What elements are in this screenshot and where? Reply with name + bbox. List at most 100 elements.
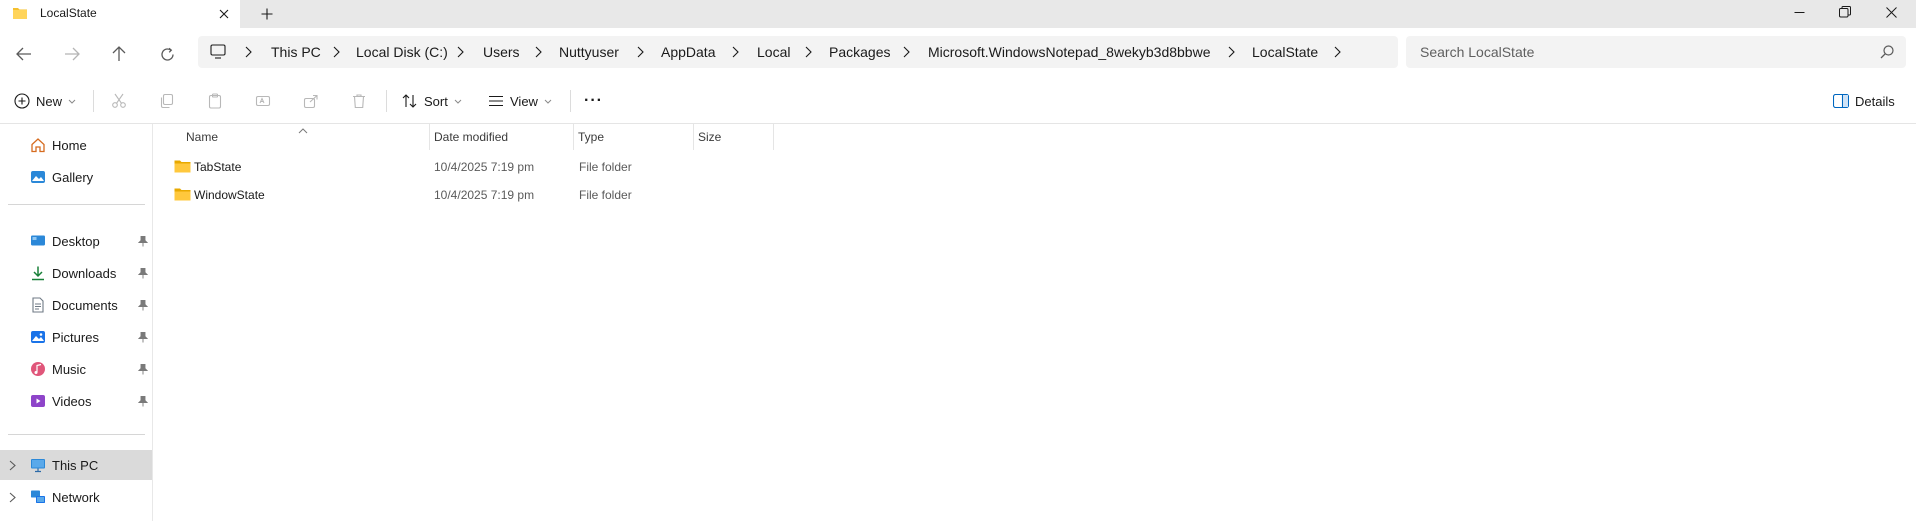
sidebar-item-label: Home xyxy=(52,138,87,153)
tab-localstate[interactable]: LocalState xyxy=(0,0,240,28)
chevron-right-icon[interactable] xyxy=(332,46,340,61)
close-window-button[interactable] xyxy=(1868,0,1914,24)
pin-icon[interactable] xyxy=(137,235,149,250)
close-icon xyxy=(1885,6,1897,18)
sort-button[interactable]: Sort xyxy=(402,88,462,114)
sidebar-item-label: Downloads xyxy=(52,266,117,281)
minimize-button[interactable] xyxy=(1776,0,1822,24)
details-button[interactable]: Details xyxy=(1833,88,1895,114)
address-bar[interactable]: This PC Local Disk (C:) Users Nuttyuser … xyxy=(198,36,1398,68)
pin-icon[interactable] xyxy=(137,331,149,346)
column-divider[interactable] xyxy=(773,124,774,150)
sidebar-item-downloads[interactable]: Downloads xyxy=(0,258,152,288)
sidebar-item-gallery[interactable]: Gallery xyxy=(0,162,152,192)
sidebar-item-videos[interactable]: Videos xyxy=(0,386,152,416)
network-icon xyxy=(30,489,46,508)
pin-icon[interactable] xyxy=(137,299,149,314)
file-row[interactable]: WindowState 10/4/2025 7:19 pm File folde… xyxy=(170,182,1170,208)
chevron-right-icon[interactable] xyxy=(244,46,252,61)
breadcrumb-local-disk[interactable]: Local Disk (C:) xyxy=(356,44,448,60)
share-button[interactable] xyxy=(300,90,322,112)
chevron-right-icon[interactable] xyxy=(731,46,739,61)
music-icon xyxy=(30,361,46,380)
search-input[interactable] xyxy=(1420,36,1860,68)
breadcrumb-localstate[interactable]: LocalState xyxy=(1252,44,1318,60)
column-label: Date modified xyxy=(434,130,509,144)
breadcrumb-notepad-package[interactable]: Microsoft.WindowsNotepad_8wekyb3d8bbwe xyxy=(928,44,1210,60)
share-icon xyxy=(303,94,318,109)
pin-icon[interactable] xyxy=(137,363,149,378)
sidebar-item-this-pc[interactable]: This PC xyxy=(0,450,152,480)
new-tab-button[interactable] xyxy=(256,3,278,25)
restore-icon xyxy=(1839,6,1851,18)
more-options-button[interactable]: ··· xyxy=(584,88,603,114)
divider xyxy=(386,90,387,112)
arrow-left-icon xyxy=(16,47,31,61)
breadcrumb-appdata[interactable]: AppData xyxy=(661,44,715,60)
view-button[interactable]: View xyxy=(488,88,552,114)
chevron-right-icon[interactable] xyxy=(1333,46,1341,61)
sidebar-item-pictures[interactable]: Pictures xyxy=(0,322,152,352)
chevron-right-icon[interactable] xyxy=(804,46,812,61)
chevron-right-icon[interactable] xyxy=(902,46,910,61)
paste-button[interactable] xyxy=(204,90,226,112)
chevron-right-icon[interactable] xyxy=(1227,46,1235,61)
pin-icon[interactable] xyxy=(137,267,149,282)
monitor-icon[interactable] xyxy=(210,44,226,62)
column-header-name[interactable]: Name xyxy=(154,124,430,150)
minimize-icon xyxy=(1794,11,1804,13)
sidebar-item-network[interactable]: Network xyxy=(0,482,152,512)
sidebar-item-documents[interactable]: Documents xyxy=(0,290,152,320)
breadcrumb-local[interactable]: Local xyxy=(757,44,790,60)
arrow-right-icon xyxy=(65,47,80,61)
sidebar-item-label: Pictures xyxy=(52,330,99,345)
arrow-up-icon xyxy=(112,46,126,61)
back-button[interactable] xyxy=(10,40,38,68)
file-name: TabState xyxy=(194,160,242,174)
home-icon xyxy=(30,137,46,156)
up-button[interactable] xyxy=(105,40,133,68)
chevron-right-icon[interactable] xyxy=(9,491,16,506)
search-box[interactable] xyxy=(1406,36,1906,68)
column-label: Size xyxy=(698,130,722,144)
chevron-right-icon[interactable] xyxy=(9,459,16,474)
file-list: Name Date modified Type Size TabState 10… xyxy=(154,124,1916,521)
breadcrumb-nuttyuser[interactable]: Nuttyuser xyxy=(559,44,619,60)
rename-icon xyxy=(255,95,271,107)
copy-button[interactable] xyxy=(156,90,178,112)
close-tab-button[interactable] xyxy=(213,3,235,25)
pin-icon[interactable] xyxy=(137,395,149,410)
downloads-icon xyxy=(30,265,46,284)
column-header-type[interactable]: Type xyxy=(574,124,694,150)
refresh-button[interactable] xyxy=(153,40,181,68)
file-date-modified: 10/4/2025 7:19 pm xyxy=(434,160,535,174)
file-row[interactable]: TabState 10/4/2025 7:19 pm File folder xyxy=(170,154,1170,180)
sidebar-item-music[interactable]: Music xyxy=(0,354,152,384)
chevron-right-icon[interactable] xyxy=(636,46,644,61)
breadcrumb-this-pc[interactable]: This PC xyxy=(271,44,321,60)
chevron-right-icon[interactable] xyxy=(456,46,464,61)
close-icon xyxy=(219,9,229,19)
rename-button[interactable] xyxy=(252,90,274,112)
sort-label: Sort xyxy=(424,93,448,109)
sidebar-item-desktop[interactable]: Desktop xyxy=(0,226,152,256)
cut-button[interactable] xyxy=(108,90,130,112)
documents-icon xyxy=(30,297,46,316)
file-name: WindowState xyxy=(194,188,265,202)
new-label: New xyxy=(36,93,63,109)
column-label: Name xyxy=(186,130,219,144)
new-button[interactable]: New xyxy=(14,88,76,114)
restore-button[interactable] xyxy=(1822,0,1868,24)
sort-icon xyxy=(402,94,417,108)
column-header-date-modified[interactable]: Date modified xyxy=(430,124,574,150)
delete-button[interactable] xyxy=(348,90,370,112)
breadcrumb-packages[interactable]: Packages xyxy=(829,44,890,60)
column-header-size[interactable]: Size xyxy=(694,124,774,150)
paste-icon xyxy=(208,93,222,109)
chevron-right-icon[interactable] xyxy=(534,46,542,61)
copy-icon xyxy=(160,93,174,109)
search-icon[interactable] xyxy=(1880,45,1894,62)
sidebar-item-home[interactable]: Home xyxy=(0,130,152,160)
forward-button[interactable] xyxy=(58,40,86,68)
breadcrumb-users[interactable]: Users xyxy=(483,44,520,60)
